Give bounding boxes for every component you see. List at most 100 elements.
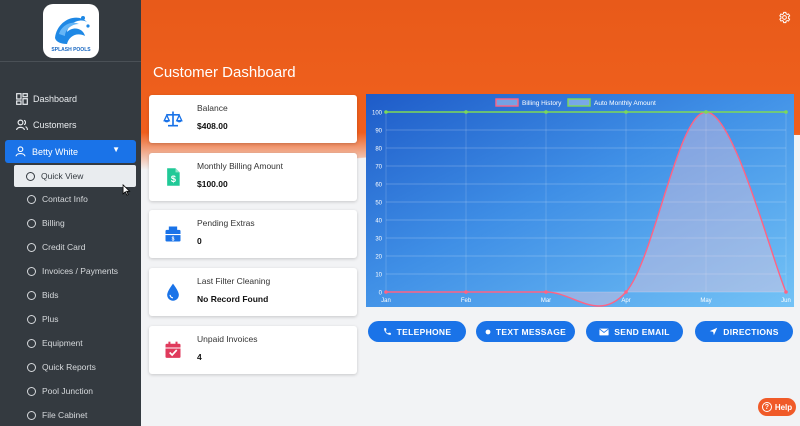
chevron-down-icon[interactable]: ▼: [112, 145, 120, 154]
button-label: TELEPHONE: [396, 326, 452, 337]
svg-text:$: $: [172, 236, 175, 242]
data-point-auto-monthly-amount: [704, 110, 708, 114]
page-title: Customer Dashboard: [153, 64, 296, 81]
submenu-item-quick-view[interactable]: Quick View: [14, 165, 136, 187]
submenu-item-billing[interactable]: Billing: [0, 211, 141, 235]
company-logo[interactable]: SPLASH POOLS: [42, 3, 99, 58]
circle-icon: [27, 386, 36, 396]
circle-icon: [27, 290, 36, 300]
circle-icon: [27, 362, 36, 372]
legend-swatch: [567, 98, 591, 107]
submenu-label: Equipment: [42, 338, 83, 348]
circle-icon: [27, 338, 36, 348]
legend-swatch: [495, 98, 519, 107]
dashboard-icon: [16, 93, 28, 105]
submenu-label: Contact Info: [42, 194, 88, 204]
submenu-item-bids[interactable]: Bids: [0, 283, 141, 307]
x-tick-label: May: [700, 298, 711, 304]
sidebar-item-label: Dashboard: [33, 94, 78, 104]
location-arrow-icon: [710, 327, 718, 336]
submenu-item-credit-card[interactable]: Credit Card: [0, 235, 141, 259]
card-label: Pending Extras: [197, 218, 255, 228]
envelope-icon: [599, 328, 609, 335]
pending-extras-card[interactable]: $ Pending Extras 0: [149, 210, 357, 258]
y-tick-label: 90: [375, 129, 382, 135]
submenu-label: Quick View: [41, 171, 84, 181]
y-tick-label: 50: [375, 201, 382, 207]
submenu-item-file-cabinet[interactable]: File Cabinet: [0, 403, 141, 426]
sidebar: SPLASH POOLS Dashboard Customers Betty W…: [0, 0, 141, 426]
legend-label: Billing History: [522, 100, 562, 107]
customer-submenu: Quick View Contact Info Billing Credit C…: [0, 165, 141, 426]
x-tick-label: Apr: [621, 298, 630, 304]
card-label: Last Filter Cleaning: [197, 276, 271, 286]
submenu-label: Quick Reports: [42, 362, 96, 372]
invoice-dollar-icon: $: [167, 168, 180, 186]
billing-chart: 0102030405060708090100Jan Feb Mar Apr May Jun…: [366, 94, 794, 307]
send-email-button[interactable]: SEND EMAIL: [586, 321, 683, 342]
y-tick-label: 20: [375, 255, 382, 261]
x-tick-label: Feb: [461, 298, 472, 304]
card-label: Unpaid Invoices: [197, 334, 258, 344]
sidebar-item-dashboard[interactable]: Dashboard: [0, 86, 141, 112]
submenu-item-pool-junction[interactable]: Pool Junction: [0, 379, 141, 403]
sidebar-item-customers[interactable]: Customers: [0, 112, 141, 138]
data-point-billing-history: [624, 290, 628, 294]
y-tick-label: 60: [375, 183, 382, 189]
data-point-billing-history: [784, 290, 788, 294]
submenu-item-quick-reports[interactable]: Quick Reports: [0, 355, 141, 379]
svg-text:SPLASH POOLS: SPLASH POOLS: [51, 47, 91, 53]
monthly-billing-card[interactable]: $ Monthly Billing Amount $100.00: [149, 153, 357, 201]
y-tick-label: 30: [375, 237, 382, 243]
submenu-item-invoices-payments[interactable]: Invoices / Payments: [0, 259, 141, 283]
card-value: $100.00: [197, 179, 228, 189]
circle-icon: [27, 410, 36, 420]
logo-area: SPLASH POOLS: [0, 0, 141, 62]
circle-icon: [27, 242, 36, 252]
directions-button[interactable]: DIRECTIONS: [695, 321, 793, 342]
unpaid-invoices-card[interactable]: Unpaid Invoices 4: [149, 326, 357, 374]
y-tick-label: 100: [372, 111, 383, 117]
sidebar-item-active-customer[interactable]: Betty White ▼: [5, 140, 136, 163]
text-message-button[interactable]: TEXT MESSAGE: [476, 321, 575, 342]
x-tick-label: Jan: [381, 298, 391, 304]
y-tick-label: 10: [375, 273, 382, 279]
svg-text:$: $: [171, 174, 176, 184]
circle-icon: [26, 171, 35, 181]
button-label: SEND EMAIL: [614, 326, 670, 337]
data-point-billing-history: [544, 290, 548, 294]
help-button[interactable]: ? Help: [758, 398, 796, 416]
telephone-button[interactable]: TELEPHONE: [368, 321, 466, 342]
card-value: 4: [197, 352, 202, 362]
gear-icon[interactable]: [778, 11, 791, 24]
y-tick-label: 40: [375, 219, 382, 225]
legend-label: Auto Monthly Amount: [594, 100, 656, 107]
card-value: $408.00: [197, 121, 228, 131]
active-customer-name: Betty White: [32, 146, 79, 157]
submenu-label: Plus: [42, 314, 59, 324]
data-point-auto-monthly-amount: [544, 110, 548, 114]
submenu-label: Pool Junction: [42, 386, 94, 396]
button-label: TEXT MESSAGE: [495, 326, 567, 337]
submenu-item-plus[interactable]: Plus: [0, 307, 141, 331]
dot-icon: [485, 329, 491, 334]
card-label: Monthly Billing Amount: [197, 161, 283, 171]
submenu-label: Invoices / Payments: [42, 266, 119, 276]
data-point-billing-history: [464, 290, 468, 294]
y-tick-label: 80: [375, 147, 382, 153]
balance-card[interactable]: Balance $408.00: [149, 95, 357, 143]
submenu-item-equipment[interactable]: Equipment: [0, 331, 141, 355]
sidebar-item-label: Customers: [33, 120, 77, 130]
submenu-item-contact-info[interactable]: Contact Info: [0, 187, 141, 211]
mouse-cursor-icon: [122, 184, 131, 196]
card-value: 0: [197, 236, 202, 246]
data-point-auto-monthly-amount: [624, 110, 628, 114]
x-tick-label: Jun: [781, 298, 791, 304]
splash-logo-icon: SPLASH POOLS: [51, 15, 91, 53]
question-icon: ?: [761, 402, 772, 412]
last-filter-cleaning-card[interactable]: Last Filter Cleaning No Record Found: [149, 268, 357, 316]
card-value: No Record Found: [197, 294, 269, 304]
submenu-label: File Cabinet: [42, 410, 88, 420]
water-drop-icon: [167, 283, 179, 301]
submenu-label: Billing: [42, 218, 65, 228]
